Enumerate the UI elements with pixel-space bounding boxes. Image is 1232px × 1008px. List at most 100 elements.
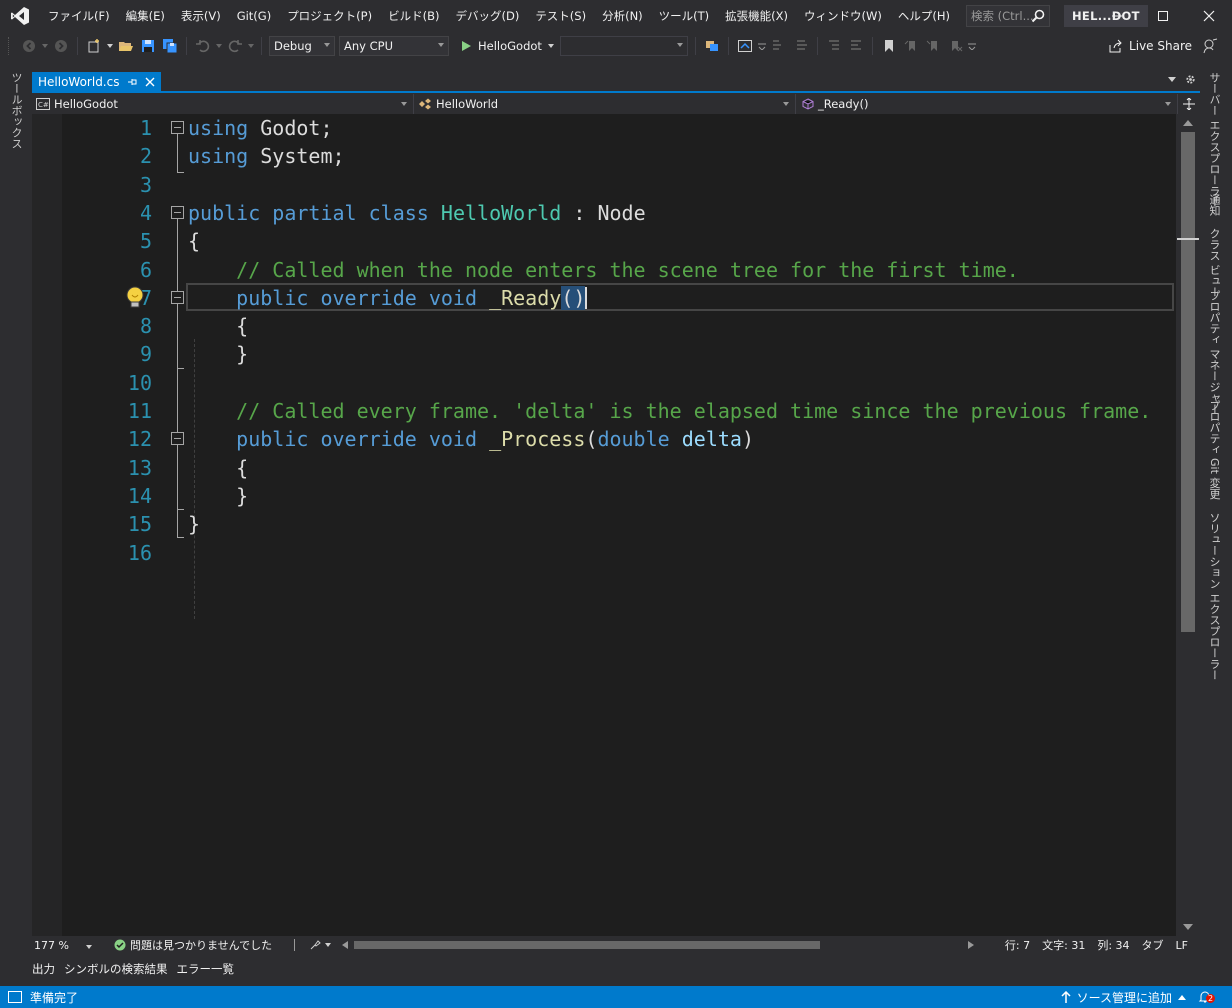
- server-explorer-tab[interactable]: サーバー エクスプローラー: [1206, 72, 1222, 208]
- menu-help[interactable]: ヘルプ(H): [890, 0, 958, 32]
- tab-error-list[interactable]: エラー一覧: [177, 961, 240, 977]
- tab-find-symbol-results[interactable]: シンボルの検索結果: [64, 961, 173, 977]
- collapse-region-icon[interactable]: [171, 121, 184, 134]
- collapse-region-icon[interactable]: [171, 290, 184, 304]
- new-project-icon[interactable]: [84, 36, 104, 56]
- code-line[interactable]: 14 }: [32, 482, 1176, 510]
- line-indicator[interactable]: 行: 7: [1005, 937, 1030, 953]
- properties-tab[interactable]: プロパティ: [1206, 400, 1222, 455]
- code-line[interactable]: 16: [32, 539, 1176, 567]
- member-dropdown[interactable]: _Ready(): [796, 94, 1178, 114]
- redo-icon[interactable]: [225, 36, 245, 56]
- visual-studio-logo-icon[interactable]: [4, 0, 36, 32]
- scroll-up-icon[interactable]: [1183, 120, 1193, 126]
- code-line[interactable]: 5{: [32, 227, 1176, 255]
- split-window-button[interactable]: [1178, 94, 1200, 114]
- minimize-button[interactable]: [1094, 0, 1140, 32]
- uncomment-icon[interactable]: [791, 36, 811, 56]
- more-dropdown-icon[interactable]: [757, 36, 767, 56]
- vertical-scrollbar[interactable]: [1176, 114, 1200, 936]
- code-line[interactable]: 7 public override void _Ready(): [32, 284, 1176, 312]
- increase-indent-icon[interactable]: [846, 36, 866, 56]
- indent-mode-indicator[interactable]: タブ: [1142, 937, 1164, 953]
- toolbar-overflow-icon[interactable]: [967, 36, 977, 56]
- lightbulb-icon[interactable]: [124, 286, 146, 313]
- menu-build[interactable]: ビルド(B): [380, 0, 447, 32]
- code-line[interactable]: 4 public partial class HelloWorld : Node: [32, 199, 1176, 227]
- line-ending-indicator[interactable]: LF: [1176, 939, 1188, 952]
- back-dropdown-icon[interactable]: [41, 36, 49, 56]
- navigate-forward-icon[interactable]: [51, 36, 71, 56]
- menu-test[interactable]: テスト(S): [527, 0, 594, 32]
- scroll-down-icon[interactable]: [1183, 924, 1193, 930]
- column-indicator[interactable]: 列: 34: [1097, 937, 1129, 953]
- decrease-indent-icon[interactable]: [824, 36, 844, 56]
- project-dropdown[interactable]: C# HelloGodot: [32, 94, 414, 114]
- redo-dropdown-icon[interactable]: [247, 36, 255, 56]
- next-bookmark-icon[interactable]: [923, 36, 943, 56]
- tab-list-dropdown-icon[interactable]: [1167, 74, 1177, 84]
- collapse-region-icon[interactable]: [171, 432, 184, 446]
- bookmark-icon[interactable]: [879, 36, 899, 56]
- code-cleanup-button[interactable]: [309, 939, 332, 951]
- save-icon[interactable]: [138, 36, 158, 56]
- menu-window[interactable]: ウィンドウ(W): [796, 0, 890, 32]
- feedback-icon[interactable]: [1202, 38, 1218, 57]
- open-folder-icon[interactable]: [116, 36, 136, 56]
- solution-configuration-select[interactable]: Debug: [269, 36, 335, 56]
- menu-extensions[interactable]: 拡張機能(X): [717, 0, 796, 32]
- code-line[interactable]: 13 {: [32, 454, 1176, 482]
- new-dropdown-icon[interactable]: [106, 36, 114, 56]
- menu-tools[interactable]: ツール(T): [651, 0, 718, 32]
- code-editor[interactable]: 1 using Godot; 2 using System; 3 4 public part…: [32, 114, 1176, 936]
- zoom-level-select[interactable]: 177 %: [32, 939, 98, 952]
- horizontal-scroll-thumb[interactable]: [354, 941, 820, 949]
- code-line[interactable]: 3: [32, 171, 1176, 199]
- search-input[interactable]: 検索 (Ctrl...: [966, 5, 1050, 27]
- add-to-source-control-button[interactable]: ソース管理に追加: [1061, 989, 1186, 1006]
- code-line[interactable]: 8 {: [32, 312, 1176, 340]
- tab-helloworld-cs[interactable]: HelloWorld.cs: [32, 72, 162, 91]
- gear-icon[interactable]: [1185, 74, 1196, 85]
- tab-output[interactable]: 出力: [32, 961, 60, 977]
- issues-indicator[interactable]: 問題は見つかりませんでした: [114, 937, 272, 953]
- menu-view[interactable]: 表示(V): [173, 0, 229, 32]
- git-changes-tab[interactable]: Git 変更: [1206, 458, 1222, 499]
- menu-project[interactable]: プロジェクト(P): [279, 0, 380, 32]
- property-manager-tab[interactable]: プロパティ マネージャー: [1206, 290, 1222, 415]
- live-share-button[interactable]: Live Share: [1109, 36, 1192, 56]
- startup-item-select[interactable]: [559, 36, 688, 56]
- notifications-tab[interactable]: 通知: [1206, 194, 1222, 216]
- code-line[interactable]: 2 using System;: [32, 142, 1176, 170]
- solution-explorer-home-icon[interactable]: [735, 36, 755, 56]
- pin-icon[interactable]: [127, 77, 137, 87]
- scroll-right-icon[interactable]: [968, 941, 974, 949]
- menu-file[interactable]: ファイル(F): [40, 0, 118, 32]
- run-dropdown-icon[interactable]: [547, 44, 554, 48]
- class-view-tab[interactable]: クラス ビュー: [1206, 228, 1222, 298]
- menu-analyze[interactable]: 分析(N): [594, 0, 651, 32]
- solution-platform-select[interactable]: Any CPU: [339, 36, 449, 56]
- clear-bookmarks-icon[interactable]: [945, 36, 965, 56]
- code-line[interactable]: 15}: [32, 510, 1176, 538]
- scroll-left-icon[interactable]: [342, 941, 348, 949]
- browser-link-icon[interactable]: [702, 36, 722, 56]
- code-line[interactable]: 11 // Called every frame. 'delta' is the…: [32, 397, 1176, 425]
- previous-bookmark-icon[interactable]: [901, 36, 921, 56]
- comment-out-icon[interactable]: [769, 36, 789, 56]
- maximize-button[interactable]: [1140, 0, 1186, 32]
- solution-explorer-tab[interactable]: ソリューション エクスプローラー: [1206, 512, 1222, 681]
- navigate-back-icon[interactable]: [19, 36, 39, 56]
- undo-dropdown-icon[interactable]: [215, 36, 223, 56]
- start-debugging-button[interactable]: HelloGodot: [459, 39, 554, 53]
- toolbar-grip[interactable]: [8, 37, 12, 55]
- code-line[interactable]: 10: [32, 369, 1176, 397]
- vertical-scroll-thumb[interactable]: [1181, 132, 1195, 632]
- save-all-icon[interactable]: [160, 36, 180, 56]
- code-line[interactable]: 1 using Godot;: [32, 114, 1176, 142]
- char-indicator[interactable]: 文字: 31: [1042, 937, 1085, 953]
- code-line[interactable]: 12 public override void _Process(double …: [32, 425, 1176, 453]
- code-line[interactable]: 6 // Called when the node enters the sce…: [32, 256, 1176, 284]
- close-button[interactable]: [1186, 0, 1232, 32]
- undo-icon[interactable]: [193, 36, 213, 56]
